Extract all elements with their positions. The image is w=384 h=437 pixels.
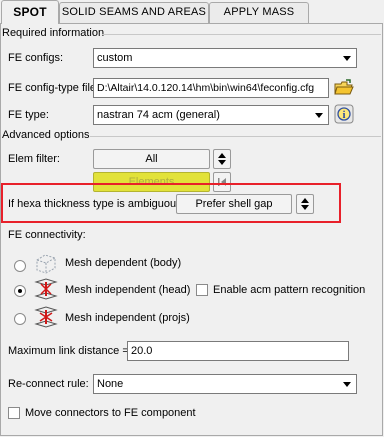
dropdown-arrow-icon [339, 50, 355, 66]
mesh-independent-head-label: Mesh independent (head) [65, 284, 191, 296]
advanced-options-heading: Advanced options [2, 129, 90, 141]
elem-filter-button[interactable]: All [93, 149, 210, 169]
tab-spot[interactable]: SPOT [1, 0, 59, 24]
elem-filter-spinner-icon[interactable] [213, 149, 231, 169]
fe-configs-label: FE configs: [8, 52, 64, 64]
hexa-thickness-label: If hexa thickness type is ambiguous: [8, 198, 185, 210]
info-icon[interactable]: i [333, 103, 355, 125]
fe-type-value: nastran 74 acm (general) [97, 109, 220, 121]
max-link-distance-value: 20.0 [131, 345, 153, 357]
fe-config-type-file-value: D:\Altair\14.0.120.14\hm\bin\win64\fecon… [97, 82, 315, 94]
fe-config-type-file-field[interactable]: D:\Altair\14.0.120.14\hm\bin\win64\fecon… [93, 78, 329, 98]
mesh-dependent-label: Mesh dependent (body) [65, 257, 182, 269]
hexa-thickness-button[interactable]: Prefer shell gap [176, 194, 292, 214]
mesh-projs-icon [33, 304, 59, 333]
mesh-independent-projs-radio[interactable] [14, 313, 26, 325]
mesh-body-icon [33, 252, 59, 279]
reconnect-rule-label: Re-connect rule: [8, 378, 89, 390]
fe-configs-value: custom [97, 52, 133, 64]
section-divider [90, 136, 381, 137]
max-link-distance-input[interactable]: 20.0 [127, 341, 349, 361]
fe-type-label: FE type: [8, 109, 49, 121]
acm-pattern-checkbox[interactable] [196, 284, 208, 296]
svg-text:i: i [343, 110, 346, 121]
acm-pattern-label: Enable acm pattern recognition [213, 284, 366, 296]
reconnect-rule-combo[interactable]: None [93, 374, 357, 394]
fe-configs-combo[interactable]: custom [93, 48, 357, 68]
fe-type-combo[interactable]: nastran 74 acm (general) [93, 105, 329, 125]
reconnect-rule-value: None [97, 378, 124, 390]
section-divider [102, 34, 381, 35]
move-connectors-checkbox[interactable] [8, 407, 20, 419]
fe-connectivity-label: FE connectivity: [8, 229, 86, 241]
tab-apply-mass[interactable]: APPLY MASS [209, 2, 309, 23]
tab-solid-seams-and-areas[interactable]: SOLID SEAMS AND AREAS [59, 2, 209, 23]
mesh-head-icon [33, 276, 59, 305]
dropdown-arrow-icon [339, 376, 355, 392]
required-information-heading: Required information [2, 27, 105, 39]
max-link-distance-label: Maximum link distance = [8, 345, 129, 357]
dropdown-arrow-icon [311, 107, 327, 123]
mesh-dependent-radio[interactable] [14, 260, 26, 272]
elem-filter-label: Elem filter: [8, 153, 60, 165]
open-folder-icon[interactable] [333, 77, 355, 99]
hexa-spinner-icon[interactable] [296, 194, 314, 214]
mesh-independent-head-radio[interactable] [14, 285, 26, 297]
fe-config-type-file-label: FE config-type file: [8, 82, 100, 94]
mesh-independent-projs-label: Mesh independent (projs) [65, 312, 190, 324]
move-connectors-label: Move connectors to FE component [25, 407, 196, 419]
